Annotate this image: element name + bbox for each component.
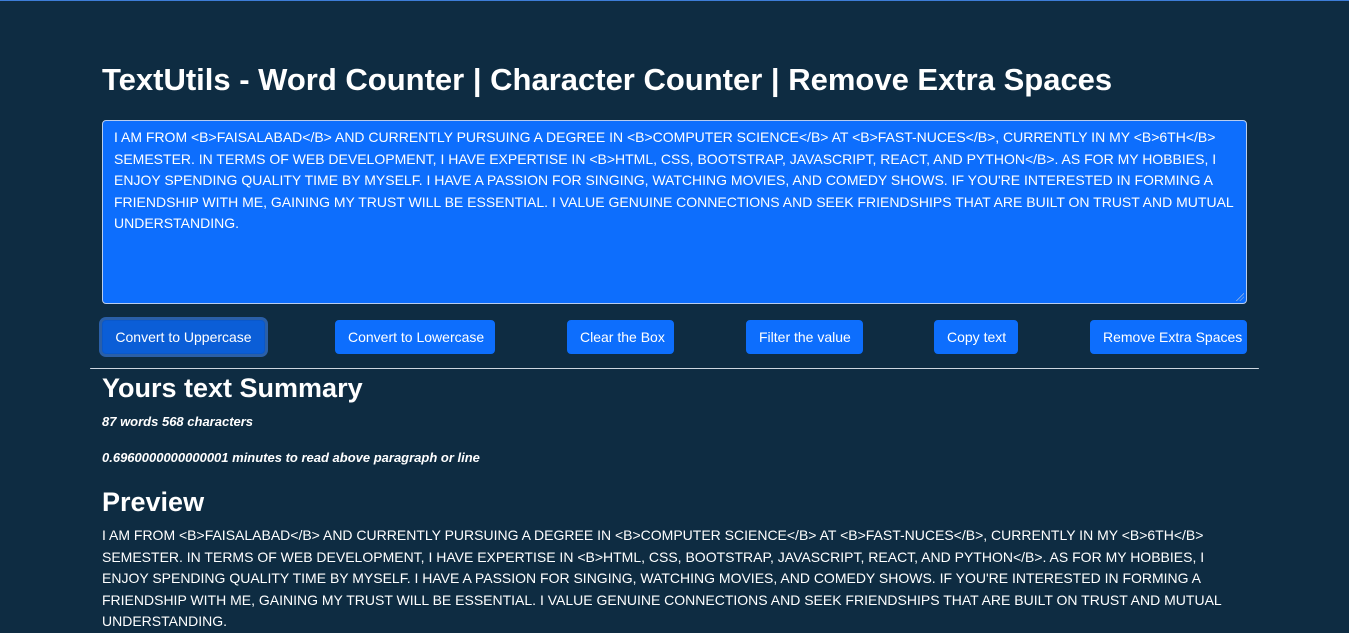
clear-box-button[interactable]: Clear the Box xyxy=(567,320,674,354)
top-accent-line xyxy=(0,0,1349,1)
resize-grip-icon[interactable] xyxy=(1236,293,1244,301)
section-divider xyxy=(90,368,1259,369)
page-title: TextUtils - Word Counter | Character Cou… xyxy=(102,62,1113,97)
preview-text: I AM FROM <B>FAISALABAD</B> AND CURRENTL… xyxy=(102,527,1222,630)
remove-extra-spaces-button[interactable]: Remove Extra Spaces xyxy=(1090,320,1247,354)
convert-lowercase-button[interactable]: Convert to Lowercase xyxy=(335,320,495,354)
text-input-area[interactable]: I AM FROM <B>FAISALABAD</B> AND CURRENTL… xyxy=(102,120,1247,304)
copy-text-button[interactable]: Copy text xyxy=(934,320,1018,354)
read-time: 0.6960000000000001 minutes to read above… xyxy=(102,450,480,465)
preview-heading: Preview xyxy=(102,487,205,517)
filter-value-button[interactable]: Filter the value xyxy=(746,320,863,354)
convert-uppercase-button[interactable]: Convert to Uppercase xyxy=(102,320,265,354)
summary-heading: Yours text Summary xyxy=(102,373,363,403)
text-input-value: I AM FROM <B>FAISALABAD</B> AND CURRENTL… xyxy=(114,129,1234,232)
word-character-count: 87 words 568 characters xyxy=(102,414,254,429)
